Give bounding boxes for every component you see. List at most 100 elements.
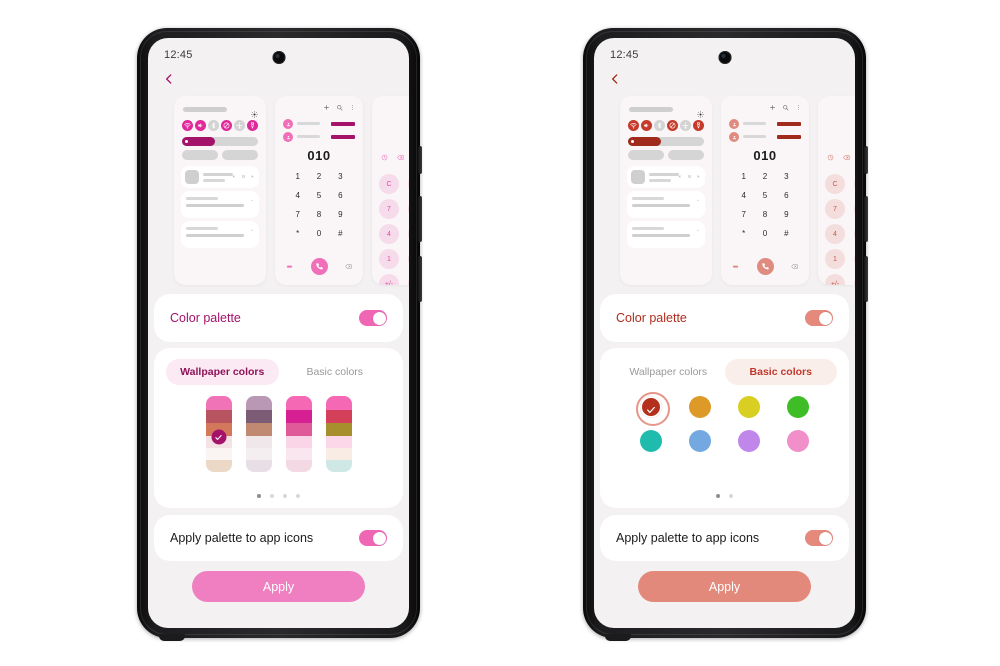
chevron-down-icon[interactable]: ⌄ — [696, 228, 700, 233]
quick-toggle-bluetooth[interactable] — [654, 120, 665, 131]
quick-toggle-airplane[interactable] — [234, 120, 245, 131]
calc-key[interactable]: 7 — [825, 199, 845, 219]
dialer-key[interactable]: 2 — [754, 172, 775, 181]
calc-key-hidden[interactable] — [854, 274, 855, 285]
calc-history-icon[interactable] — [381, 154, 388, 161]
dialer-key[interactable]: 3 — [776, 172, 797, 181]
media-controls[interactable] — [231, 174, 255, 179]
pause-icon[interactable] — [241, 174, 246, 179]
gear-icon[interactable] — [697, 105, 704, 118]
dialer-key[interactable]: 9 — [330, 210, 351, 219]
preview-notification-item[interactable]: ⌄ — [627, 191, 705, 218]
dialpad[interactable]: 1 2 3 4 5 6 7 8 9 * 0 # — [733, 172, 797, 238]
calc-key-hidden[interactable] — [408, 249, 409, 269]
call-button[interactable] — [756, 258, 774, 275]
dialer-more-options-icon[interactable] — [349, 104, 356, 111]
calc-key-hidden[interactable] — [408, 174, 409, 194]
dialer-key[interactable]: 7 — [287, 210, 308, 219]
basic-color-circle[interactable] — [787, 430, 809, 452]
quick-toggle-sound[interactable] — [641, 120, 652, 131]
next-icon[interactable] — [250, 174, 255, 179]
basic-color-circle-selected[interactable] — [636, 392, 670, 426]
dialer-key[interactable]: * — [287, 229, 308, 238]
quick-toggle-sound[interactable] — [195, 120, 206, 131]
preview-notification-item[interactable]: ⌄ — [181, 221, 259, 248]
preview-media-player[interactable] — [627, 166, 705, 188]
calc-backspace-icon[interactable] — [843, 154, 850, 161]
basic-color-circle[interactable] — [738, 396, 760, 418]
dialer-key[interactable]: 1 — [287, 172, 308, 181]
previous-icon[interactable] — [677, 174, 682, 179]
chevron-down-icon[interactable]: ⌄ — [250, 228, 254, 233]
calc-key[interactable]: 1 — [379, 249, 399, 269]
brightness-slider[interactable] — [182, 137, 258, 146]
calc-key[interactable]: C — [379, 174, 399, 194]
dialer-key[interactable]: 9 — [776, 210, 797, 219]
phone-volume-down-button[interactable] — [418, 256, 422, 302]
gear-icon[interactable] — [251, 105, 258, 118]
tab-wallpaper-colors[interactable]: Wallpaper colors — [166, 359, 279, 385]
phone-volume-down-button[interactable] — [864, 256, 868, 302]
page-dot[interactable] — [257, 494, 261, 498]
wallpaper-swatch[interactable] — [325, 396, 352, 472]
quick-toggle-airplane[interactable] — [680, 120, 691, 131]
color-palette-toggle[interactable] — [359, 310, 387, 326]
dialer-add-icon[interactable] — [769, 104, 776, 111]
wallpaper-swatch[interactable] — [245, 396, 272, 472]
calc-key[interactable]: +/- — [379, 274, 399, 285]
theme-preview-carousel[interactable]: ⌄⌄010123456789*0#23C741+/- — [148, 96, 409, 286]
basic-color-circle[interactable] — [689, 396, 711, 418]
dialer-key[interactable]: 0 — [754, 229, 775, 238]
quick-toggle-bluetooth[interactable] — [208, 120, 219, 131]
calc-key-hidden[interactable] — [854, 224, 855, 244]
calculator-keypad[interactable]: C 7 4 1 +/- — [379, 174, 409, 285]
apply-to-icons-toggle[interactable] — [359, 530, 387, 546]
page-dot[interactable] — [283, 494, 287, 498]
apply-button[interactable]: Apply — [192, 571, 365, 602]
calc-key-hidden[interactable] — [408, 224, 409, 244]
phone-side-button-top[interactable] — [864, 146, 868, 174]
phone-side-button-top[interactable] — [418, 146, 422, 174]
dialer-key[interactable]: 7 — [733, 210, 754, 219]
page-dot[interactable] — [270, 494, 274, 498]
dialer-add-icon[interactable] — [323, 104, 330, 111]
page-dot[interactable] — [716, 494, 720, 498]
phone-volume-up-button[interactable] — [418, 196, 422, 242]
preview-notification-panel[interactable]: ⌄ ⌄ — [174, 96, 266, 285]
basic-color-circle[interactable] — [689, 430, 711, 452]
page-dot[interactable] — [729, 494, 733, 498]
quick-toggle-flashlight[interactable] — [693, 120, 704, 131]
page-dot[interactable] — [296, 494, 300, 498]
tab-basic-colors[interactable]: Basic colors — [279, 359, 392, 385]
palette-tabs[interactable]: Wallpaper colors Basic colors — [166, 359, 391, 385]
dialer-contact-row[interactable] — [729, 119, 801, 129]
chevron-down-icon[interactable]: ⌄ — [696, 198, 700, 203]
preview-media-player[interactable] — [181, 166, 259, 188]
backspace-icon[interactable] — [344, 263, 353, 270]
next-icon[interactable] — [696, 174, 701, 179]
palette-page-indicator[interactable] — [600, 494, 849, 498]
dialer-contact-row[interactable] — [283, 119, 355, 129]
phone-volume-up-button[interactable] — [864, 196, 868, 242]
quick-toggle-wifi[interactable] — [182, 120, 193, 131]
calc-backspace-icon[interactable] — [397, 154, 404, 161]
basic-color-circle[interactable] — [640, 430, 662, 452]
calculator-toolbar[interactable] — [381, 154, 404, 161]
dialer-actions[interactable] — [731, 258, 799, 275]
previous-icon[interactable] — [231, 174, 236, 179]
backspace-icon[interactable] — [790, 263, 799, 270]
dialer-contact-row[interactable] — [283, 132, 355, 142]
wallpaper-swatch[interactable] — [285, 396, 312, 472]
dialer-toolbar[interactable] — [769, 104, 802, 111]
dialer-key[interactable]: # — [330, 229, 351, 238]
dialer-actions[interactable] — [285, 258, 353, 275]
calc-key-hidden[interactable] — [408, 274, 409, 285]
preview-dialer[interactable]: 010 1 2 3 4 5 6 7 8 9 * 0 # — [275, 96, 363, 285]
calc-key[interactable]: 7 — [379, 199, 399, 219]
dialer-search-icon[interactable] — [336, 104, 343, 111]
dialer-key[interactable]: 5 — [308, 191, 329, 200]
dialer-key[interactable]: 6 — [776, 191, 797, 200]
calc-key[interactable]: +/- — [825, 274, 845, 285]
quick-toggle-do-not-disturb[interactable] — [667, 120, 678, 131]
basic-color-circle[interactable] — [738, 430, 760, 452]
